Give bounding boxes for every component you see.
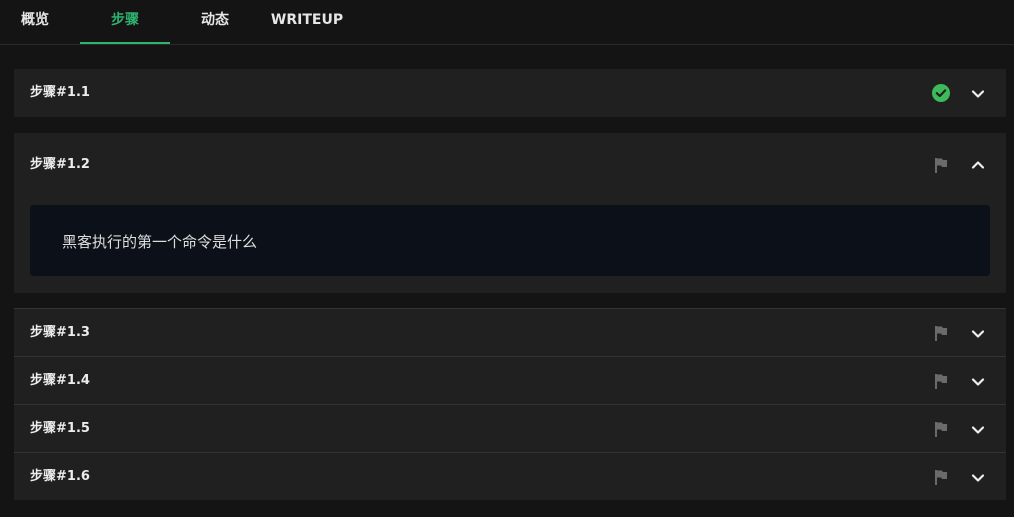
- step-title: 步骤#1.2: [30, 157, 90, 172]
- step-header-1-1[interactable]: 步骤#1.1: [14, 69, 1006, 117]
- step-title: 步骤#1.3: [30, 325, 90, 340]
- step-card-1-1: 步骤#1.1: [14, 69, 1006, 117]
- step-card-1-4: 步骤#1.4: [14, 357, 1006, 404]
- flag-icon: [935, 422, 947, 437]
- step-card-1-5: 步骤#1.5: [14, 405, 1006, 452]
- step-header-1-4[interactable]: 步骤#1.4: [14, 357, 1006, 405]
- chevron-up-icon[interactable]: [970, 157, 986, 173]
- tab-steps-label: 步骤: [111, 12, 139, 28]
- step-card-1-2: 步骤#1.2 黑客执行的第一个命令是什么: [14, 133, 1006, 293]
- question-text: 黑客执行的第一个命令是什么: [62, 233, 258, 251]
- tab-overview[interactable]: 概览: [14, 0, 56, 44]
- step-title: 步骤#1.5: [30, 421, 90, 436]
- check-circle-icon: [932, 84, 950, 102]
- step-header-1-6[interactable]: 步骤#1.6: [14, 453, 1006, 501]
- chevron-down-icon[interactable]: [970, 470, 986, 486]
- tab-steps[interactable]: 步骤: [80, 0, 170, 44]
- step-header-1-3[interactable]: 步骤#1.3: [14, 309, 1006, 357]
- flag-icon: [935, 326, 947, 341]
- chevron-down-icon[interactable]: [970, 374, 986, 390]
- chevron-down-icon[interactable]: [970, 422, 986, 438]
- active-tab-underline: [80, 42, 170, 44]
- tab-bar: 概览 步骤 动态 WRITEUP: [0, 0, 1014, 45]
- step-title: 步骤#1.1: [30, 85, 90, 100]
- flag-icon: [935, 374, 947, 389]
- tab-writeup[interactable]: WRITEUP: [268, 0, 346, 44]
- question-box: 黑客执行的第一个命令是什么: [30, 205, 990, 276]
- step-header-1-5[interactable]: 步骤#1.5: [14, 405, 1006, 453]
- tab-activity[interactable]: 动态: [194, 0, 236, 44]
- tab-overview-label: 概览: [21, 12, 49, 28]
- chevron-down-icon[interactable]: [970, 326, 986, 342]
- flag-icon: [935, 158, 947, 173]
- step-title: 步骤#1.6: [30, 469, 90, 484]
- step-card-1-6: 步骤#1.6: [14, 453, 1006, 500]
- flag-icon: [935, 470, 947, 485]
- tab-activity-label: 动态: [201, 12, 229, 28]
- chevron-down-icon[interactable]: [970, 86, 986, 102]
- tab-writeup-label: WRITEUP: [270, 12, 344, 28]
- step-header-1-2[interactable]: 步骤#1.2: [14, 133, 1006, 197]
- step-title: 步骤#1.4: [30, 373, 90, 388]
- step-card-1-3: 步骤#1.3: [14, 309, 1006, 356]
